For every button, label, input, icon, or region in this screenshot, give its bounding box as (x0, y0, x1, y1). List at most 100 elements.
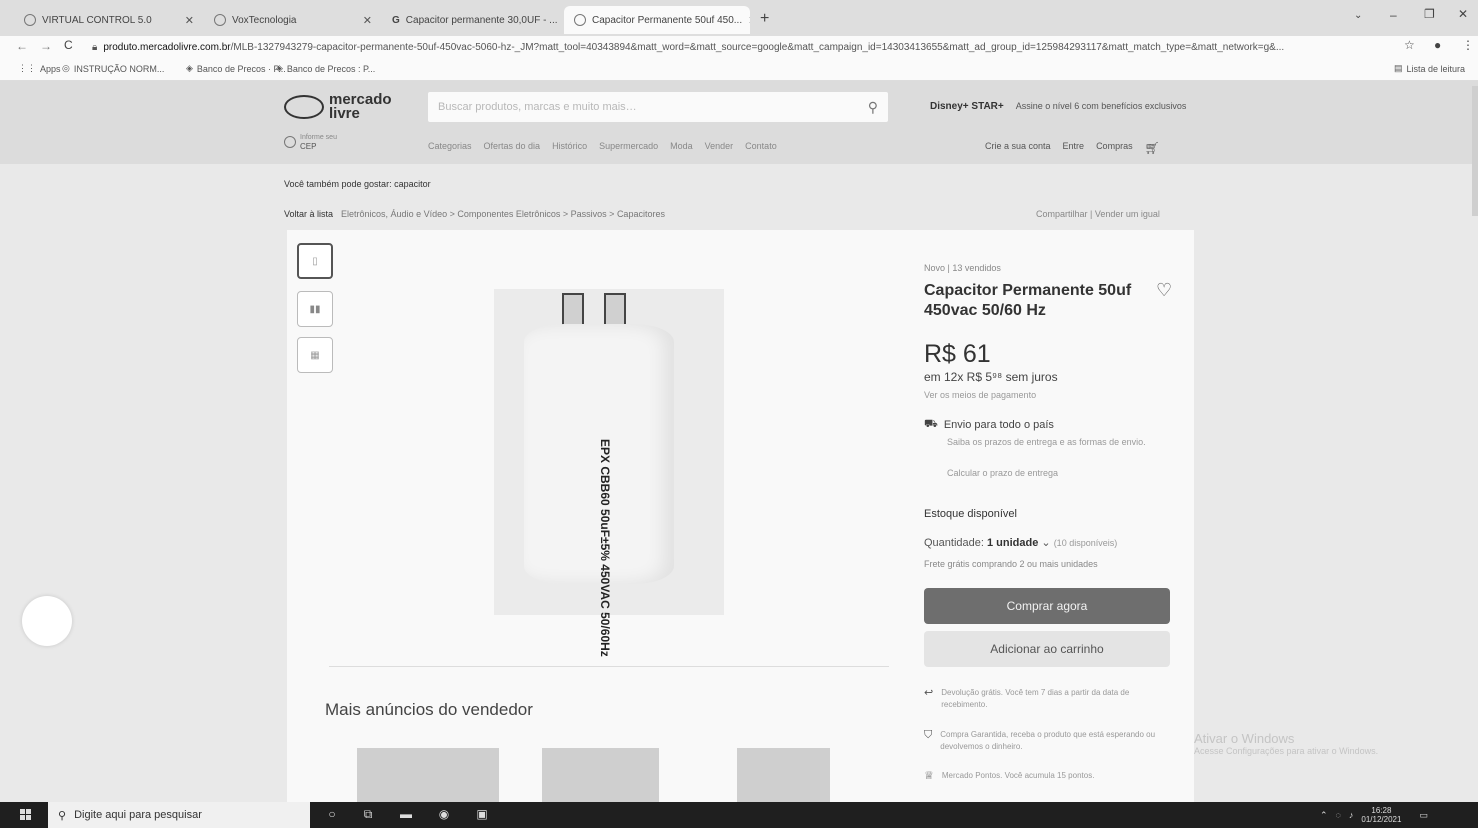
close-tab-icon[interactable]: ✕ (363, 14, 372, 27)
floating-circle-button[interactable] (22, 596, 72, 646)
thumbnail-1[interactable]: ▯ (297, 243, 333, 279)
nav-categorias[interactable]: Categorias (428, 141, 472, 151)
menu-kebab-icon[interactable]: ⋮ (1462, 38, 1474, 52)
back-arrow-icon[interactable]: ← (16, 39, 28, 53)
favorite-heart-icon[interactable]: ♡ (1156, 280, 1172, 301)
category-path[interactable]: Eletrônicos, Áudio e Vídeo > Componentes… (341, 209, 665, 219)
perk-return: ↩ Devolução grátis. Você tem 7 dias a pa… (924, 687, 1130, 709)
related-ad-2[interactable] (542, 748, 659, 804)
search-icon[interactable]: ⚲ (868, 92, 878, 122)
reading-list[interactable]: ▤ Lista de leitura (1394, 63, 1465, 74)
bookmark-banco-precos-1[interactable]: ◈ Banco de Precos · P... (186, 63, 286, 74)
suggestion-text[interactable]: Você também pode gostar: capacitor (284, 179, 431, 189)
tab-virtual-control[interactable]: VIRTUAL CONTROL 5.0 ✕ (14, 6, 204, 34)
nav-historico[interactable]: Histórico (552, 141, 587, 151)
taskbar-search-input[interactable]: ⚲ Digite aqui para pesquisar (48, 802, 310, 828)
back-to-list-link[interactable]: Voltar à lista (284, 209, 333, 219)
capacitor-thumb-icon: ▯ (312, 255, 318, 267)
chevron-down-icon: ⌄ (1041, 537, 1051, 549)
cart-icon[interactable]: 🛒︎ (1145, 141, 1160, 155)
nav-ofertas[interactable]: Ofertas do dia (484, 141, 541, 151)
related-ad-1[interactable] (357, 748, 499, 804)
tray-chevron-icon[interactable]: ⌃ (1320, 810, 1328, 821)
purchases-link[interactable]: Compras (1096, 141, 1133, 155)
free-shipping-note: Frete grátis comprando 2 ou mais unidade… (924, 559, 1098, 569)
clock[interactable]: 16:28 01/12/2021 (1361, 806, 1401, 824)
condition-sold-count: Novo | 13 vendidos (924, 263, 1001, 273)
page-scrollbar[interactable] (1472, 86, 1478, 216)
tab-search-chevron-icon[interactable]: ⌄ (1354, 10, 1362, 21)
bookmark-banco-precos-2[interactable]: ◈ Banco de Precos : P... (276, 63, 375, 74)
share-sell-links[interactable]: Compartilhar | Vender um igual (1036, 209, 1160, 219)
stock-label: Estoque disponível (924, 508, 1017, 520)
thumbnail-3[interactable]: ▦ (297, 337, 333, 373)
link-icon: ◈ (186, 63, 193, 73)
thumbnail-2[interactable]: ▮▮ (297, 291, 333, 327)
globe-icon: ◎ (62, 63, 70, 73)
tab-mercadolivre-active[interactable]: Capacitor Permanente 50uf 450... ✕ (564, 6, 750, 34)
bookmark-star-icon[interactable]: ☆ (1404, 38, 1415, 52)
shipping-info: ⛟ Envio para todo o país (924, 418, 1054, 431)
google-icon: G (392, 14, 400, 26)
add-to-cart-button[interactable]: Adicionar ao carrinho (924, 631, 1170, 667)
login-link[interactable]: Entre (1063, 141, 1085, 155)
file-explorer-icon[interactable]: ▬ (398, 807, 414, 823)
cortana-icon[interactable]: ○ (324, 807, 340, 823)
app-icon[interactable]: ▣ (474, 807, 490, 823)
buy-now-button[interactable]: Comprar agora (924, 588, 1170, 624)
shipping-details-link[interactable]: Saiba os prazos de entrega e as formas d… (947, 436, 1157, 449)
nav-contato[interactable]: Contato (745, 141, 777, 151)
restore-window-icon[interactable]: ❐ (1424, 7, 1435, 21)
search-input[interactable]: Buscar produtos, marcas e muito mais… ⚲ (428, 92, 888, 122)
apps-grid-icon: ⋮⋮ (18, 63, 36, 73)
shipping-calc-link[interactable]: Calcular o prazo de entrega (947, 468, 1058, 478)
close-tab-icon[interactable]: ✕ (185, 14, 194, 27)
forward-arrow-icon[interactable]: → (40, 39, 52, 53)
bookmarks-bar: ⋮⋮ Apps ◎ INSTRUÇÃO NORM... ◈ Banco de P… (0, 58, 1478, 81)
globe-icon (24, 14, 36, 26)
nav-moda[interactable]: Moda (670, 141, 693, 151)
purchase-panel: Novo | 13 vendidos Capacitor Permanente … (924, 230, 1184, 804)
disney-promo-banner[interactable]: Disney+ STAR+ Assine o nível 6 com benef… (930, 101, 1186, 112)
reading-list-icon: ▤ (1394, 63, 1403, 73)
payment-methods-link[interactable]: Ver os meios de pagamento (924, 390, 1036, 400)
windows-start-icon[interactable] (12, 807, 40, 823)
cep-selector[interactable]: Informe seu CEP (284, 133, 337, 151)
nav-vender[interactable]: Vender (705, 141, 734, 151)
capacitor-pair-thumb-icon: ▮▮ (309, 303, 321, 315)
close-window-icon[interactable]: ✕ (1458, 7, 1468, 21)
handshake-icon (284, 95, 324, 119)
mercadolivre-logo[interactable]: mercado livre (284, 92, 394, 123)
perk-guarantee: ⛉ Compra Garantida, receba o produto que… (924, 729, 1156, 751)
bookmark-apps[interactable]: ⋮⋮ Apps (18, 63, 61, 74)
volume-icon[interactable]: ♪ (1349, 810, 1354, 820)
perk-points: ♕ Mercado Pontos. Você acumula 15 pontos… (924, 770, 1095, 782)
quantity-selector[interactable]: Quantidade: 1 unidade ⌄ (10 disponíveis) (924, 536, 1117, 549)
create-account-link[interactable]: Crie a sua conta (985, 141, 1051, 155)
bookmark-instrucao[interactable]: ◎ INSTRUÇÃO NORM... (62, 63, 164, 74)
windows-taskbar: ⚲ Digite aqui para pesquisar ○ ⧉ ▬ ◉ ▣ ⌃… (0, 802, 1478, 828)
address-bar[interactable]: 🔒︎ produto.mercadolivre.com.br/MLB-13279… (92, 38, 1392, 56)
trophy-icon: ♕ (924, 770, 934, 782)
reload-icon[interactable]: C (64, 38, 73, 52)
minimize-window-icon[interactable]: – (1390, 8, 1397, 22)
notifications-icon[interactable]: ▭ (1419, 810, 1428, 821)
task-view-icon[interactable]: ⧉ (360, 807, 376, 823)
profile-icon[interactable]: ● (1434, 38, 1441, 52)
return-arrow-icon: ↩ (924, 687, 934, 699)
close-tab-icon[interactable]: ✕ (748, 14, 750, 27)
search-icon: ⚲ (58, 809, 67, 822)
tab-google-capacitor[interactable]: G Capacitor permanente 30,0UF - ... ✕ (382, 6, 560, 34)
chrome-icon[interactable]: ◉ (436, 807, 452, 823)
related-ad-3[interactable] (737, 748, 830, 804)
product-main-image[interactable]: EPX CBB60 50uF±5% 450VAC 50/60Hz (494, 289, 724, 657)
breadcrumb: Voltar à lista Eletrônicos, Áudio e Víde… (284, 209, 665, 219)
page-icon (214, 14, 226, 26)
site-header: mercado livre Buscar produtos, marcas e … (0, 81, 1478, 164)
product-title: Capacitor Permanente 50uf 450vac 50/60 H… (924, 282, 1132, 319)
nav-supermercado[interactable]: Supermercado (599, 141, 658, 151)
tab-voxtecnologia[interactable]: VoxTecnologia ✕ (204, 6, 382, 34)
network-icon[interactable]: ◌ (1336, 810, 1341, 820)
installments: em 12x R$ 5⁹⁸ sem juros (924, 370, 1058, 384)
new-tab-button[interactable]: + (760, 10, 769, 28)
